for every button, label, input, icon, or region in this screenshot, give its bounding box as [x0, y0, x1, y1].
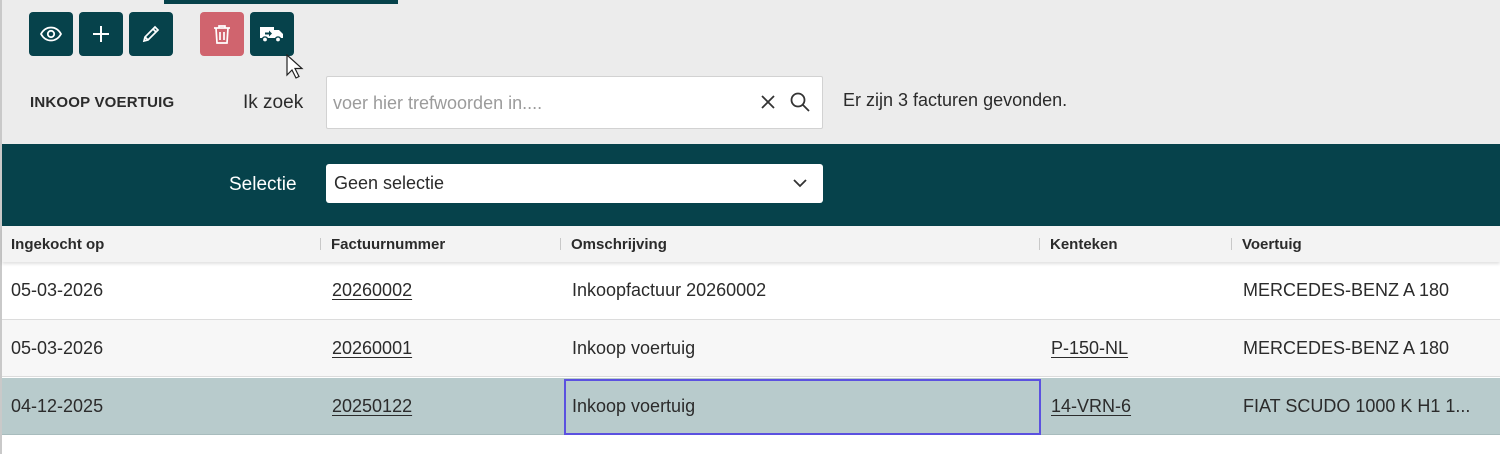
column-header-factuurnummer[interactable]: Factuurnummer [331, 236, 445, 253]
trash-icon [214, 25, 230, 44]
cell-plate-link[interactable]: 14-VRN-6 [1051, 396, 1131, 417]
search-icon[interactable] [789, 91, 811, 113]
cell-invoice-link[interactable]: 20260002 [332, 280, 412, 301]
column-header-ingekocht-op[interactable]: Ingekocht op [11, 236, 104, 253]
cell-description: Inkoop voertuig [572, 338, 696, 358]
cell-description: Inkoop voertuig [572, 396, 696, 416]
module-title: INKOOP VOERTUIG [30, 94, 175, 111]
cell-vehicle: FIAT SCUDO 1000 K H1 1... [1243, 396, 1471, 416]
eye-icon [39, 26, 63, 42]
selectie-label: Selectie [229, 174, 297, 195]
cell-invoice-link[interactable]: 20250122 [332, 396, 412, 417]
cell-date: 05-03-2026 [11, 338, 104, 358]
column-header-kenteken[interactable]: Kenteken [1050, 236, 1118, 253]
column-divider [560, 238, 561, 250]
cell-vehicle: MERCEDES-BENZ A 180 [1243, 338, 1450, 358]
column-header-omschrijving[interactable]: Omschrijving [571, 236, 667, 253]
chevron-down-icon [793, 179, 807, 188]
search-input[interactable] [333, 89, 743, 117]
cell-description: Inkoopfactuur 20260002 [572, 280, 767, 300]
search-box [326, 76, 823, 129]
clear-icon[interactable] [759, 93, 777, 111]
column-divider [1039, 238, 1040, 250]
mouse-cursor-icon [286, 54, 304, 79]
vehicle-button[interactable] [250, 12, 294, 56]
search-label: Ik zoek [243, 92, 304, 113]
view-button[interactable] [29, 12, 73, 56]
truck-icon [260, 27, 283, 43]
column-divider [1231, 238, 1232, 250]
column-divider [320, 238, 321, 250]
cell-vehicle: MERCEDES-BENZ A 180 [1243, 280, 1450, 300]
pencil-icon [142, 25, 160, 43]
cell-date: 05-03-2026 [11, 280, 104, 300]
add-button[interactable] [79, 12, 123, 56]
edit-button[interactable] [129, 12, 173, 56]
plus-icon [93, 26, 109, 42]
selectie-dropdown[interactable]: Geen selectie [326, 164, 823, 203]
cell-invoice-link[interactable]: 20260001 [332, 338, 412, 359]
cell-plate-link[interactable]: P-150-NL [1051, 338, 1128, 359]
selectie-value: Geen selectie [334, 173, 445, 193]
column-header-voertuig[interactable]: Voertuig [1242, 236, 1302, 253]
result-count: Er zijn 3 facturen gevonden. [843, 90, 1068, 110]
delete-button[interactable] [200, 12, 244, 56]
active-tab-indicator [164, 0, 398, 4]
cell-date: 04-12-2025 [11, 396, 104, 416]
